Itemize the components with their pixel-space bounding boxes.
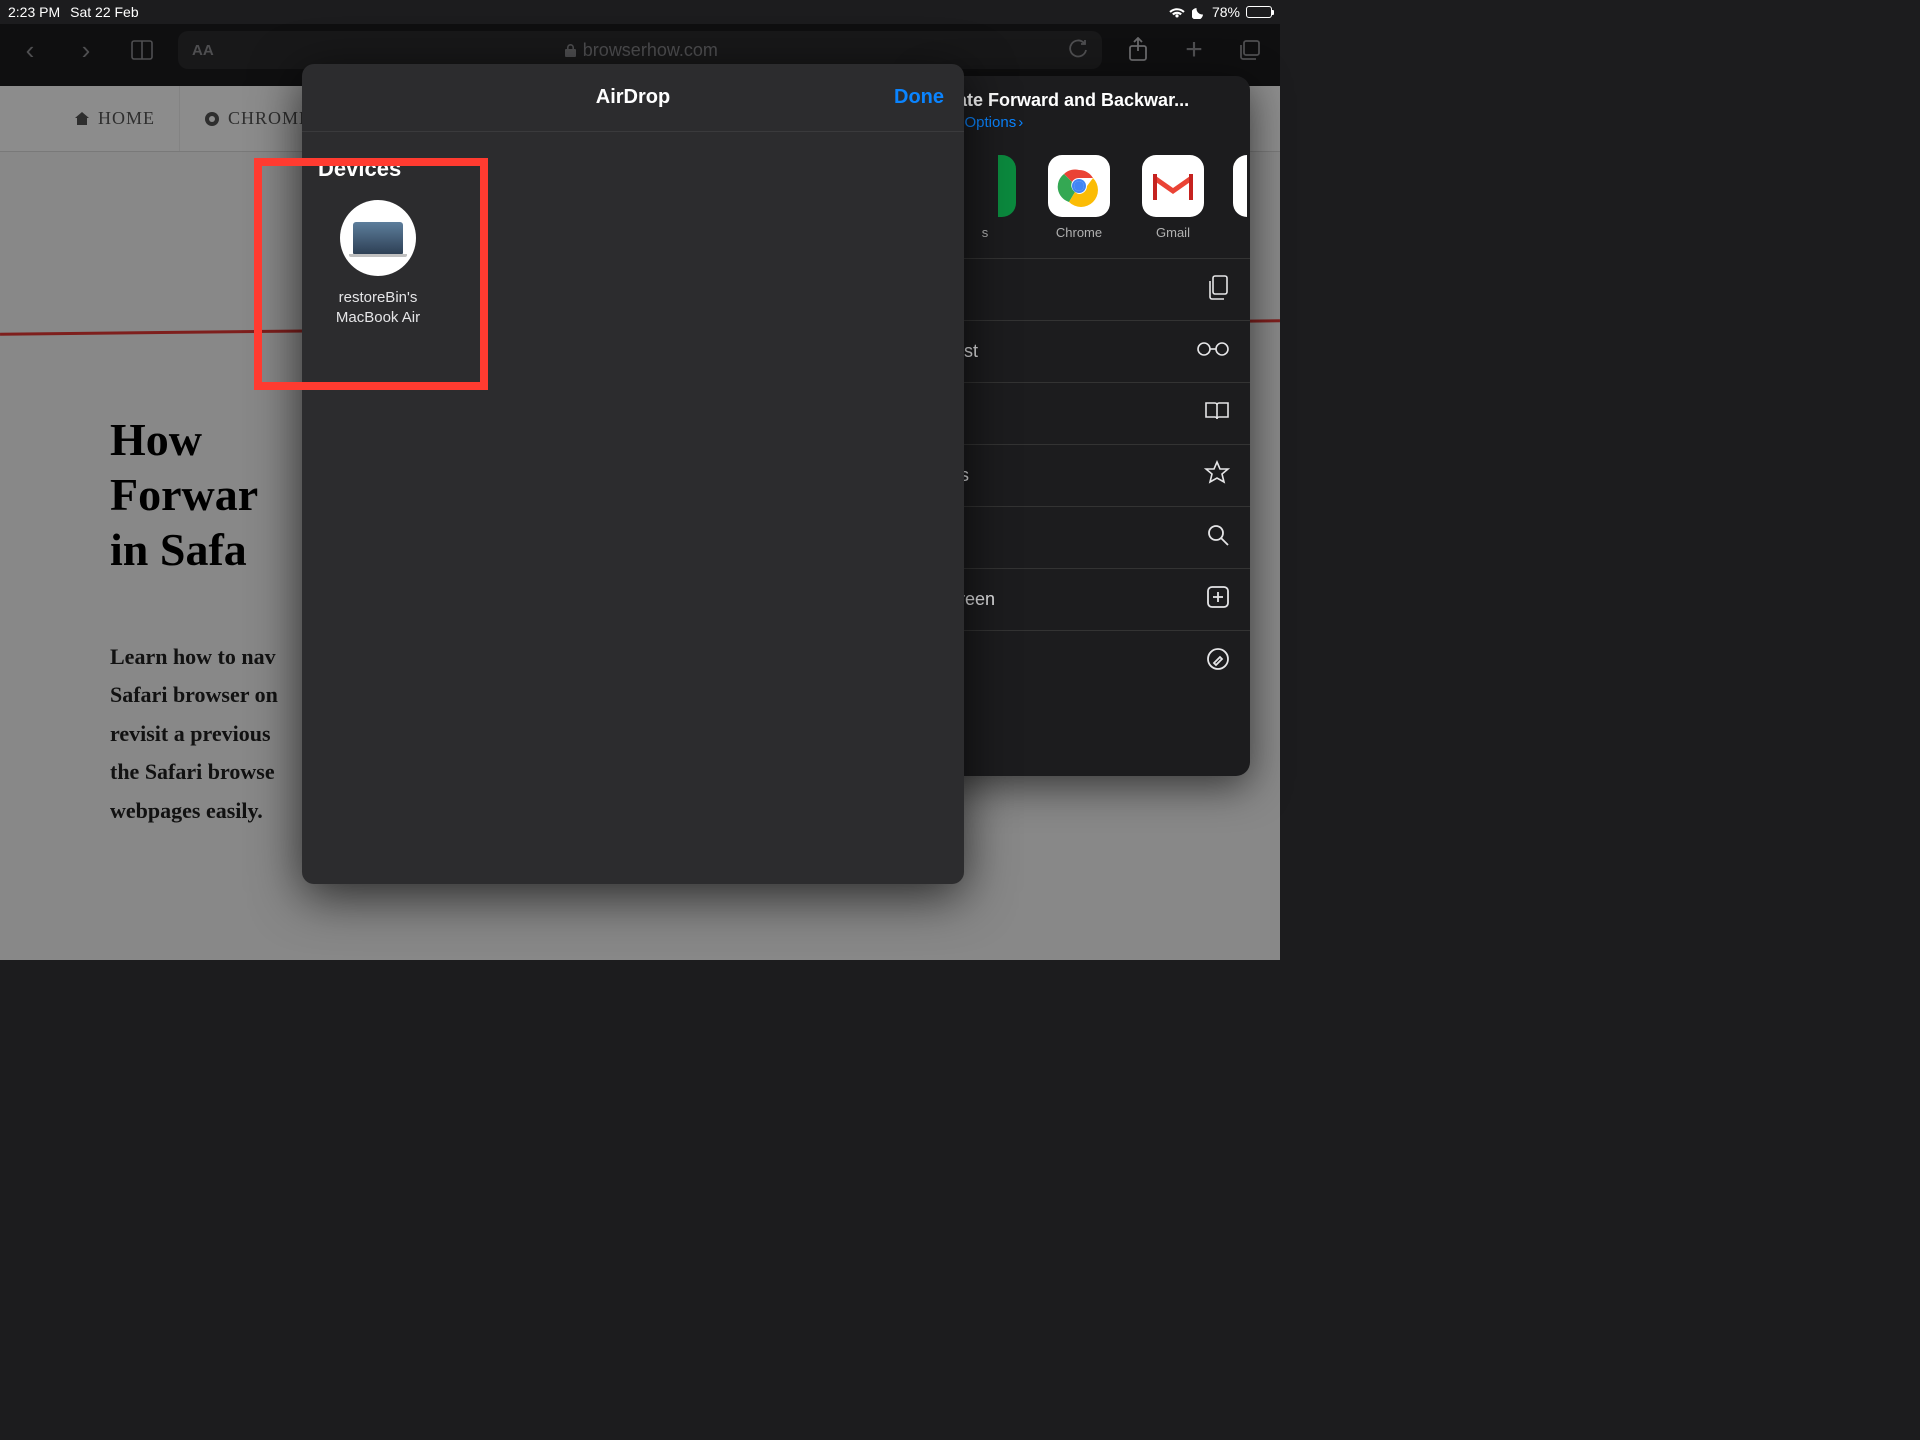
share-action-favorites[interactable]: es bbox=[930, 444, 1250, 506]
battery-percent: 78% bbox=[1212, 4, 1240, 20]
chevron-right-icon: › bbox=[1018, 114, 1023, 131]
wifi-icon bbox=[1168, 5, 1186, 19]
book-icon bbox=[1204, 400, 1230, 427]
share-action-find[interactable] bbox=[930, 506, 1250, 568]
glasses-icon bbox=[1196, 341, 1230, 362]
battery-icon bbox=[1246, 6, 1272, 18]
share-options-button[interactable]: Options › bbox=[965, 114, 1024, 131]
status-right: 78% bbox=[1168, 4, 1272, 20]
status-date: Sat 22 Feb bbox=[70, 4, 139, 20]
plus-square-icon bbox=[1206, 585, 1230, 614]
airdrop-done-button[interactable]: Done bbox=[894, 86, 944, 109]
gmail-app-icon bbox=[1142, 155, 1204, 217]
share-action-home-screen[interactable]: creen bbox=[930, 568, 1250, 630]
share-action-markup[interactable] bbox=[930, 630, 1250, 692]
share-action-copy[interactable] bbox=[930, 258, 1250, 320]
chrome-app-icon bbox=[1048, 155, 1110, 217]
annotation-highlight-box bbox=[254, 158, 488, 390]
share-action-bookmark[interactable] bbox=[930, 382, 1250, 444]
share-title: gate Forward and Backwar... bbox=[946, 90, 1234, 111]
share-app-more[interactable] bbox=[1230, 155, 1250, 240]
markup-icon bbox=[1206, 647, 1230, 676]
share-subtitle: m Options › bbox=[946, 114, 1234, 131]
share-sheet: gate Forward and Backwar... m Options › … bbox=[930, 76, 1250, 776]
share-app-gmail[interactable]: Gmail bbox=[1136, 155, 1210, 240]
app-icon bbox=[998, 155, 1016, 217]
star-icon bbox=[1204, 460, 1230, 491]
status-time: 2:23 PM bbox=[8, 4, 60, 20]
copy-icon bbox=[1206, 274, 1230, 305]
share-action-reading-list[interactable]: List bbox=[930, 320, 1250, 382]
status-left: 2:23 PM Sat 22 Feb bbox=[8, 4, 139, 20]
search-icon bbox=[1206, 523, 1230, 552]
do-not-disturb-icon bbox=[1192, 5, 1206, 19]
status-bar: 2:23 PM Sat 22 Feb 78% bbox=[0, 0, 1280, 24]
share-app-row: s Chrome Gmail bbox=[930, 145, 1250, 258]
app-icon bbox=[1233, 155, 1247, 217]
airdrop-title: AirDrop bbox=[596, 86, 670, 109]
share-app-chrome[interactable]: Chrome bbox=[1042, 155, 1116, 240]
